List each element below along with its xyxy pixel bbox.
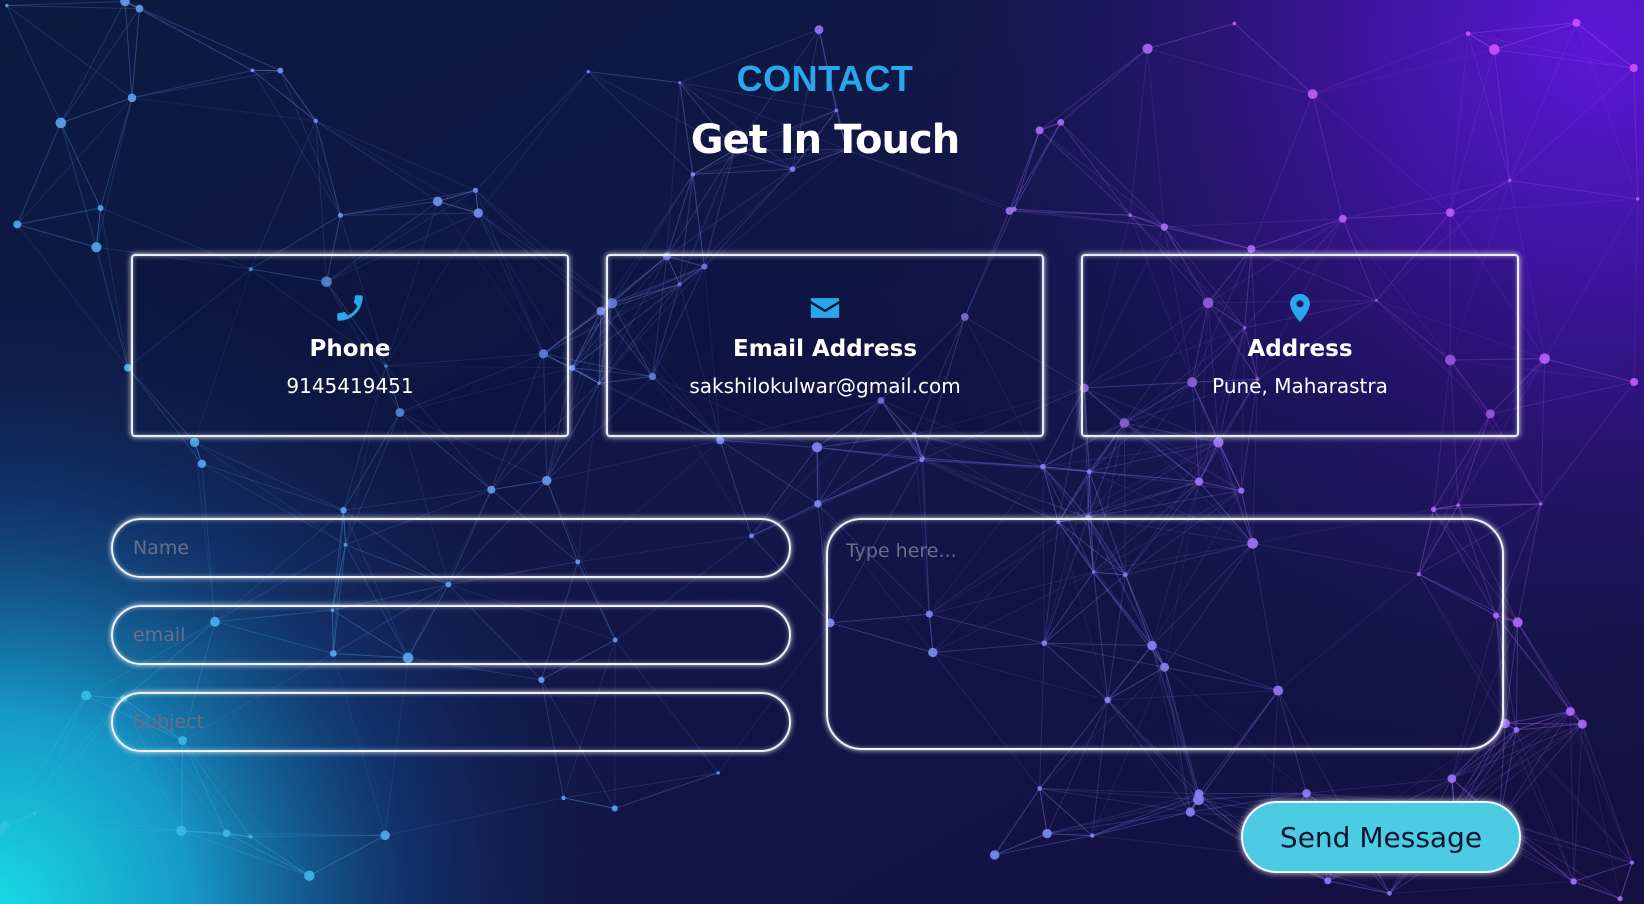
subject-field[interactable] <box>111 692 791 752</box>
page-title: Get In Touch <box>690 117 960 163</box>
card-title: Phone <box>309 336 391 362</box>
map-pin-icon <box>1083 291 1517 325</box>
name-field[interactable] <box>111 518 791 578</box>
phone-number: 9145419451 <box>286 374 414 398</box>
address-value: Pune, Maharastra <box>1212 374 1388 398</box>
send-message-button[interactable]: Send Message <box>1241 801 1521 873</box>
email-field[interactable] <box>111 605 791 665</box>
contact-card-email: Email Address sakshilokulwar@gmail.com <box>606 254 1044 437</box>
email-address: sakshilokulwar@gmail.com <box>689 374 961 398</box>
card-title: Address <box>1247 336 1353 362</box>
phone-icon <box>133 291 567 325</box>
card-title: Email Address <box>732 336 918 362</box>
message-textarea[interactable] <box>826 518 1504 750</box>
section-label: CONTACT <box>736 58 914 99</box>
envelope-icon <box>608 291 1042 325</box>
contact-card-phone: Phone 9145419451 <box>131 254 569 437</box>
contact-card-address: Address Pune, Maharastra <box>1081 254 1519 437</box>
